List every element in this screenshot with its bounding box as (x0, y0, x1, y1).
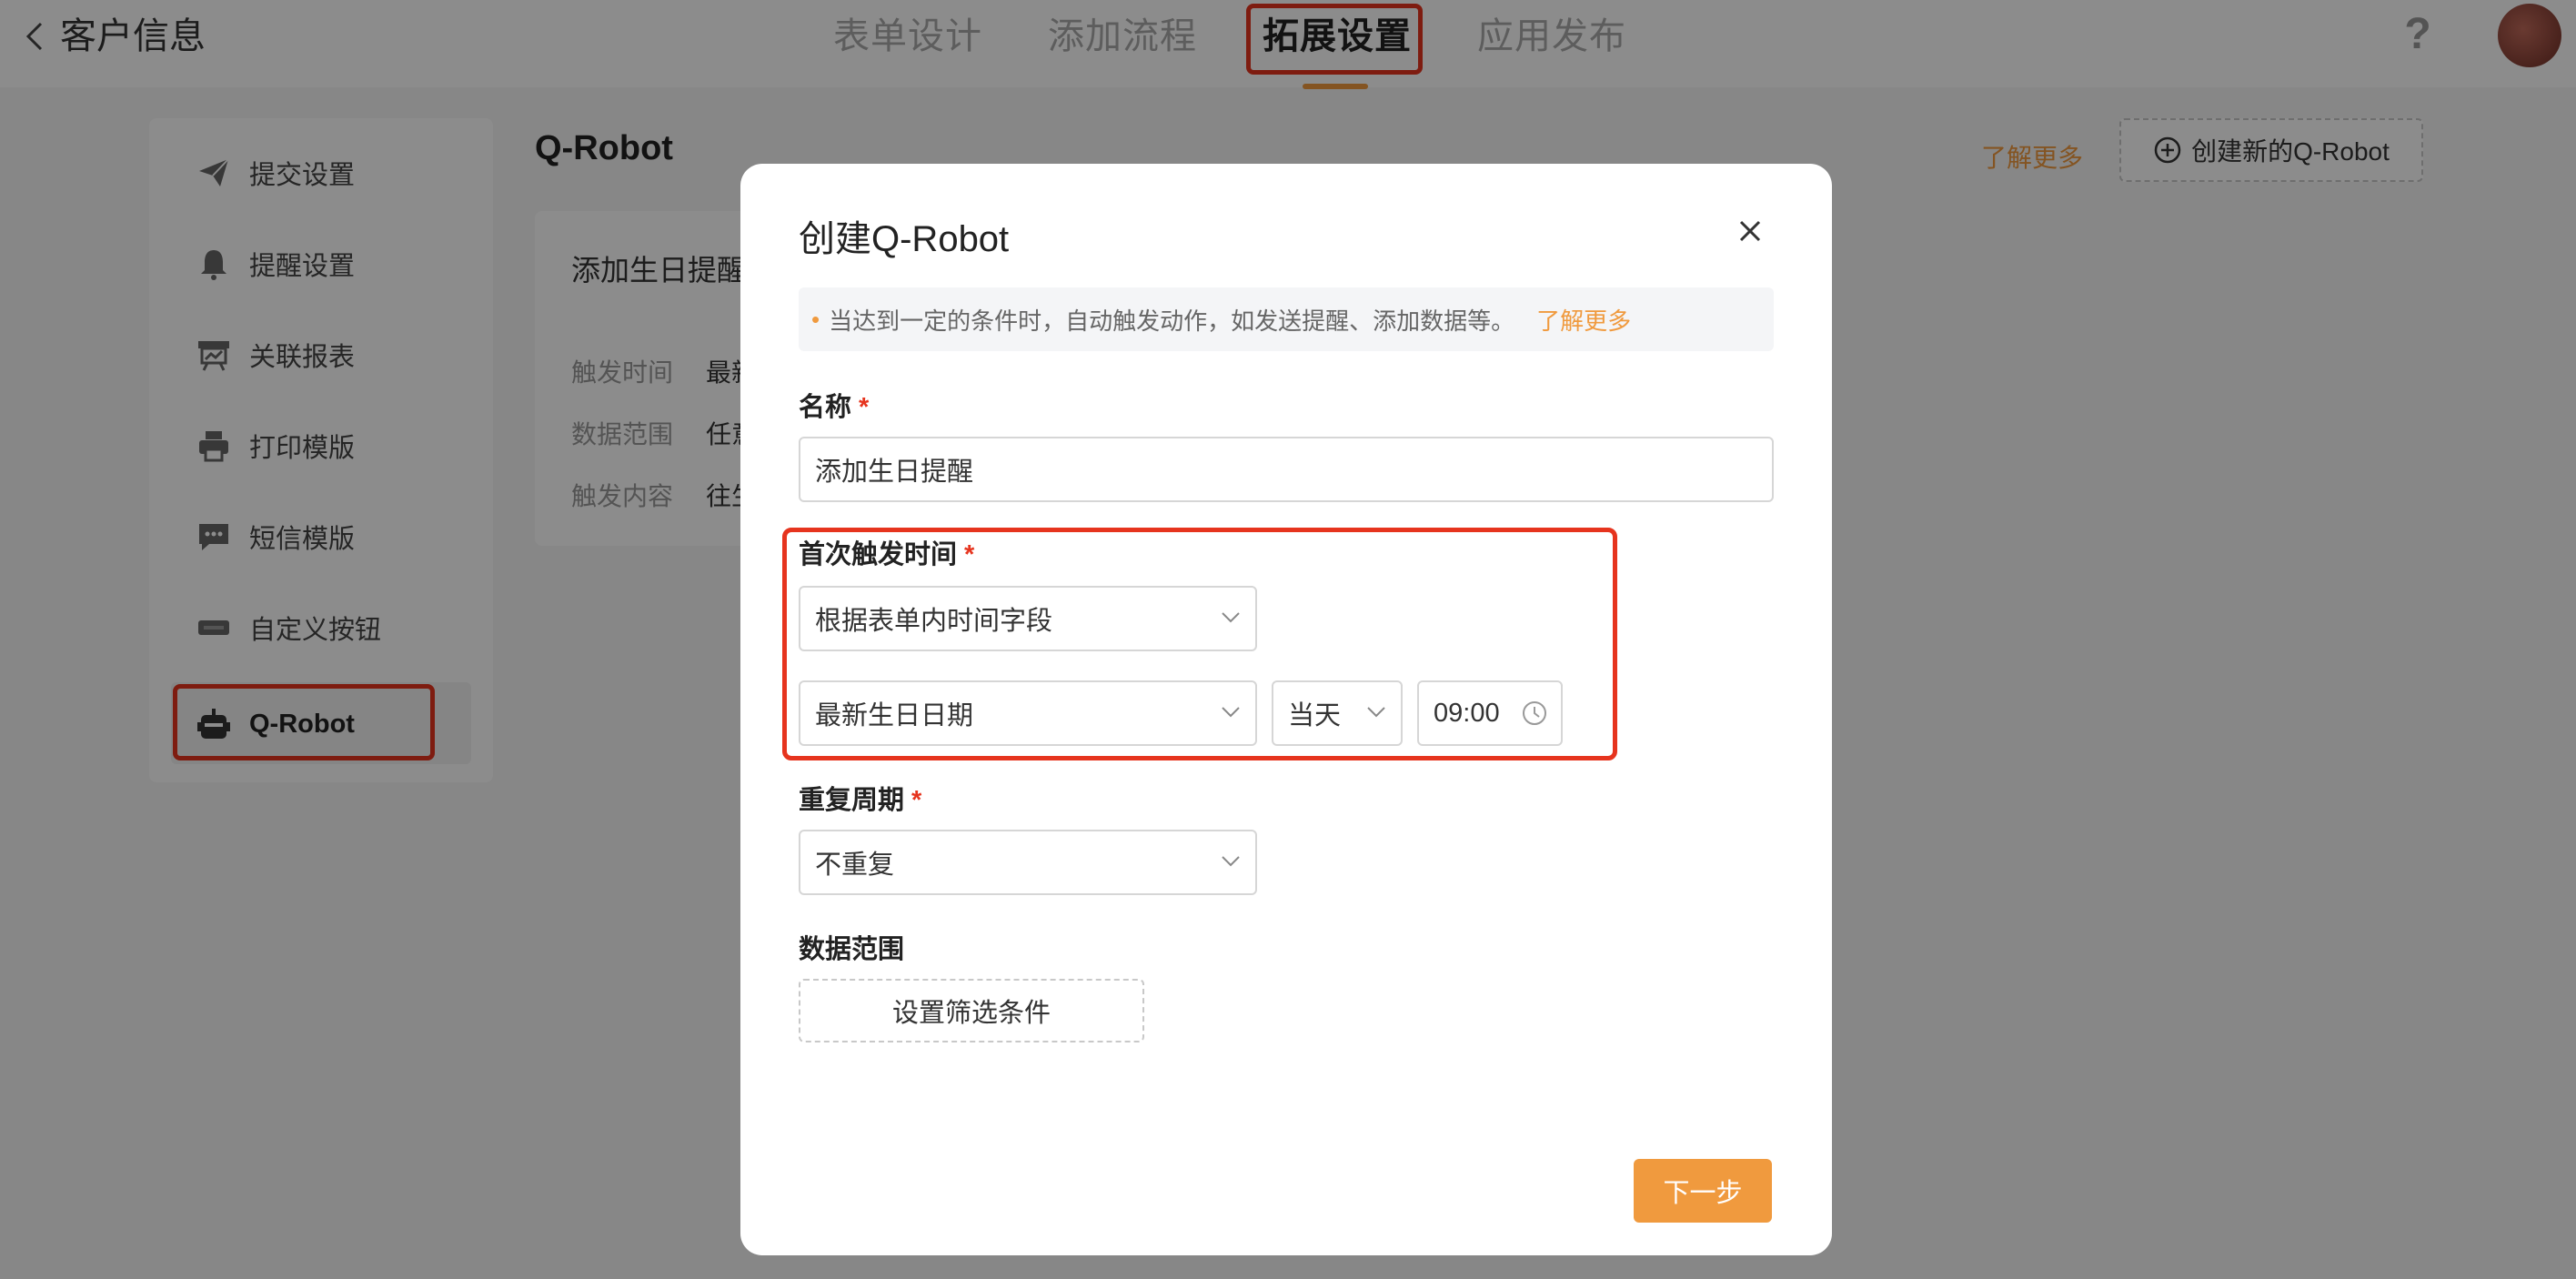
close-icon (1739, 220, 1761, 242)
notice-text: 当达到一定的条件时，自动触发动作，如发送提醒、添加数据等。 (829, 307, 1515, 335)
notice-learn-more-link[interactable]: 了解更多 (1536, 303, 1631, 337)
repeat-label: 重复周期 * (799, 779, 921, 817)
name-label-text: 名称 (799, 393, 852, 422)
repeat-label-text: 重复周期 (799, 786, 905, 815)
repeat-select[interactable]: 不重复 (799, 830, 1257, 895)
close-button[interactable] (1732, 213, 1768, 249)
bullet-icon: • (811, 305, 820, 333)
create-q-robot-dialog: 创建Q-Robot • 当达到一定的条件时，自动触发动作，如发送提醒、添加数据等… (740, 164, 1832, 1255)
required-mark: * (911, 786, 922, 815)
next-button[interactable]: 下一步 (1634, 1159, 1772, 1223)
repeat-value: 不重复 (815, 851, 895, 880)
highlight-first-trigger (782, 528, 1617, 760)
required-mark: * (859, 393, 870, 422)
chevron-down-icon (1222, 856, 1240, 867)
name-label: 名称 * (799, 386, 869, 424)
dialog-notice: • 当达到一定的条件时，自动触发动作，如发送提醒、添加数据等。 了解更多 (799, 287, 1774, 351)
scope-label: 数据范围 (799, 935, 905, 964)
dialog-title: 创建Q-Robot (799, 219, 1010, 259)
name-field-value: 添加生日提醒 (815, 458, 974, 487)
set-filter-button[interactable]: 设置筛选条件 (799, 979, 1144, 1042)
name-field[interactable]: 添加生日提醒 (799, 437, 1774, 502)
